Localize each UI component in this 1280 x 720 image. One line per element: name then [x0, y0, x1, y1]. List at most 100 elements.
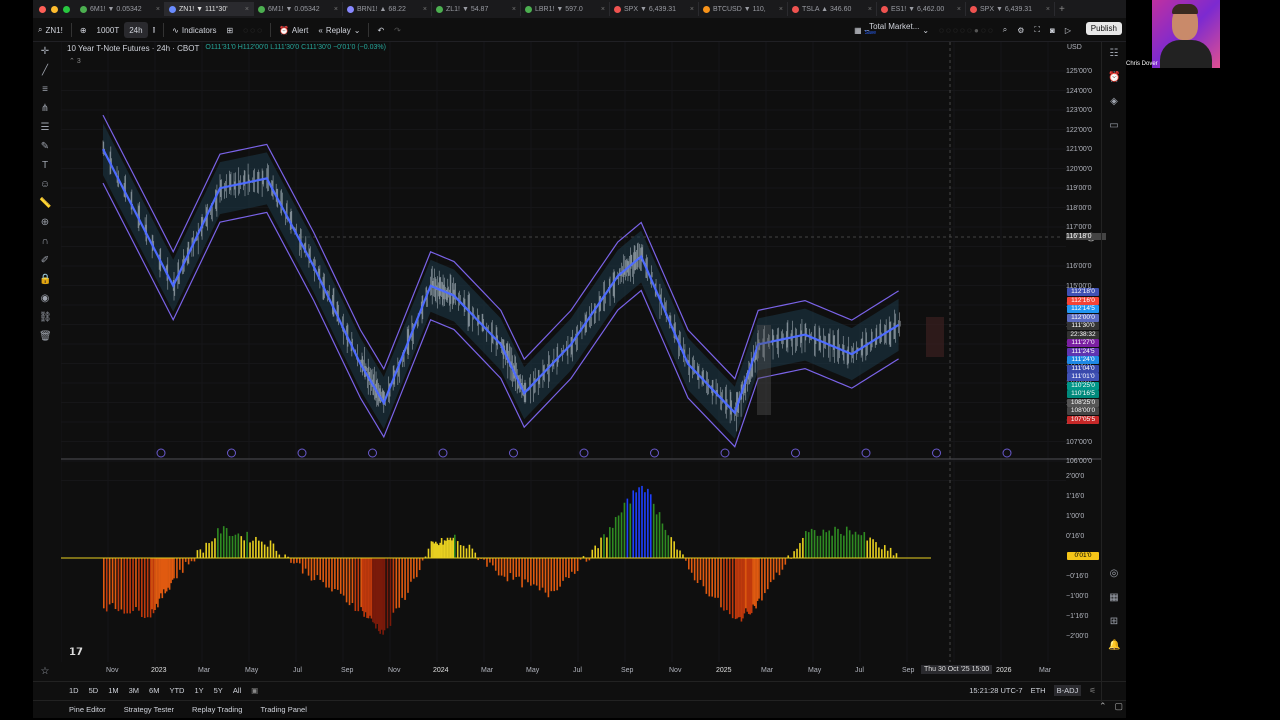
ruler-icon[interactable]: 📏 [39, 198, 51, 210]
tab-item[interactable]: SPX ▼ 6,439.31 × [610, 2, 699, 16]
close-tab-icon[interactable]: × [423, 6, 427, 13]
brush-icon[interactable]: ✎ [39, 141, 51, 153]
range-button[interactable]: 5Y [212, 686, 225, 695]
calendar-icon[interactable]: ▣ [251, 686, 258, 695]
tab-pine-editor[interactable]: Pine Editor [69, 705, 106, 714]
range-button[interactable]: All [231, 686, 243, 695]
calendar-icon[interactable]: ▦ [1108, 592, 1120, 604]
alert-button[interactable]: ⏰ Alert [274, 22, 313, 38]
quick-trade-button[interactable]: ▷ [1060, 22, 1076, 38]
close-tab-icon[interactable]: × [334, 6, 338, 13]
eye-icon[interactable]: ◉ [39, 293, 51, 305]
interval-24h-button[interactable]: 24h [124, 22, 148, 38]
settings-sliders-icon[interactable]: ⚟ [1089, 686, 1096, 695]
adjust-toggle[interactable]: B-ADJ [1053, 684, 1082, 696]
zoom-window-button[interactable] [63, 5, 70, 13]
oscillator-bar [553, 558, 556, 592]
close-tab-icon[interactable]: × [601, 6, 605, 13]
chat-icon[interactable]: ▭ [1108, 120, 1120, 132]
oscillator-bar [752, 558, 754, 605]
indicators-button[interactable]: ∿ Indicators [167, 22, 221, 38]
tab-item[interactable]: SPX ▼ 6,439.31 × [966, 2, 1055, 16]
indicator-count[interactable]: ⌃ 3 [69, 57, 81, 65]
range-button[interactable]: 6M [147, 686, 161, 695]
interval-tick-button[interactable]: 1000T [92, 22, 125, 38]
minimize-window-button[interactable] [51, 5, 58, 13]
range-button[interactable]: 5D [87, 686, 101, 695]
tab-item[interactable]: BTCUSD ▼ 110, × [699, 2, 788, 16]
watchlist-icon[interactable]: ☷ [1108, 48, 1120, 60]
tab-item[interactable]: BRN1! ▲ 68.22 × [343, 2, 432, 16]
range-button[interactable]: YTD [167, 686, 186, 695]
star-icon[interactable]: ☆ [39, 666, 51, 678]
tab-item[interactable]: LBR1! ▼ 597.0 × [521, 2, 610, 16]
range-button[interactable]: 1Y [192, 686, 205, 695]
redo-button[interactable]: ↷ [389, 22, 406, 38]
horizontal-lines-icon[interactable]: ≡ [39, 84, 51, 96]
tab-item[interactable]: ES1! ▼ 6,462.00 × [877, 2, 966, 16]
apps-grid-icon[interactable]: ⊞ [1108, 616, 1120, 628]
zoom-in-icon[interactable]: ⊕ [39, 217, 51, 229]
publish-button[interactable]: Publish [1085, 22, 1122, 35]
tab-item[interactable]: 6M1! ▼ 0.05342 × [254, 2, 343, 16]
close-tab-icon[interactable]: × [512, 6, 516, 13]
close-tab-icon[interactable]: × [868, 6, 872, 13]
range-button[interactable]: 1M [106, 686, 120, 695]
session-toggle[interactable]: ETH [1031, 686, 1046, 695]
tab-item[interactable]: 6M1! ▼ 0.05342 × [76, 2, 165, 16]
close-tab-icon[interactable]: × [690, 6, 694, 13]
compare-button[interactable]: ⊕ [75, 22, 92, 38]
close-window-button[interactable] [39, 5, 46, 13]
crosshair-icon[interactable]: ✛ [39, 46, 51, 58]
layers-icon[interactable]: ◈ [1108, 96, 1120, 108]
tab-replay-trading[interactable]: Replay Trading [192, 705, 242, 714]
alerts-icon[interactable]: ⏰ [1108, 72, 1120, 84]
chevron-up-icon[interactable]: ⌃ [1099, 701, 1107, 712]
maximize-icon[interactable]: ▢ [1114, 701, 1123, 712]
oscillator-bar [831, 535, 833, 558]
pencil-lock-icon[interactable]: ✐ [39, 255, 51, 267]
close-tab-icon[interactable]: × [957, 6, 961, 13]
tab-item[interactable]: TSLA ▲ 346.60 × [788, 2, 877, 16]
event-marker [368, 448, 377, 458]
tab-strategy-tester[interactable]: Strategy Tester [124, 705, 174, 714]
screenshot-button[interactable]: ◙ [1045, 22, 1060, 38]
lock-icon[interactable]: 🔒 [39, 274, 51, 286]
close-tab-icon[interactable]: × [156, 6, 160, 13]
notifications-icon[interactable]: 🔔 [1108, 640, 1120, 652]
settings-button[interactable]: ⚙ [1012, 22, 1029, 38]
fib-icon[interactable]: ☰ [39, 122, 51, 134]
target-icon[interactable]: ◎ [1108, 568, 1120, 580]
trend-line-icon[interactable]: ╱ [39, 65, 51, 77]
close-tab-icon[interactable]: × [779, 6, 783, 13]
link-icon[interactable]: ⛓ [39, 312, 52, 324]
oscillator-bar [141, 558, 143, 617]
chart-type-button[interactable]: ⫾ [148, 22, 161, 38]
oscillator-bar [157, 558, 159, 608]
tab-item[interactable]: ZN1! ▼ 111°30' × [165, 2, 254, 16]
tab-trading-panel[interactable]: Trading Panel [260, 705, 306, 714]
search-button[interactable]: ⌕ [998, 22, 1012, 38]
emoji-icon[interactable]: ☺ [39, 179, 51, 191]
currency-label[interactable]: USD [1067, 44, 1082, 51]
symbol-search[interactable]: ⌕ ZN1! [33, 22, 68, 38]
text-icon[interactable]: T [39, 160, 51, 172]
price-tag: 112'14'5 [1067, 305, 1099, 313]
replay-button[interactable]: « Replay ⌄ [313, 22, 365, 38]
undo-button[interactable]: ↶ [372, 22, 389, 38]
clock-time[interactable]: 15:21:28 UTC-7 [969, 686, 1022, 695]
range-button[interactable]: 3M [127, 686, 141, 695]
magnet-icon[interactable]: ∩ [39, 236, 51, 248]
close-tab-icon[interactable]: × [245, 6, 249, 13]
tab-item[interactable]: ZL1! ▼ 54.87 × [432, 2, 521, 16]
pitchfork-icon[interactable]: ⋔ [39, 103, 51, 115]
trash-icon[interactable]: 🗑 [39, 331, 52, 343]
fullscreen-button[interactable]: ⛶ [1029, 22, 1045, 38]
price-chart[interactable] [61, 42, 1101, 667]
layout-select[interactable]: ▦ _Total Market... Save ⌄ [849, 22, 934, 38]
oscillator-bar [524, 558, 526, 580]
new-tab-button[interactable]: + [1059, 4, 1065, 15]
templates-button[interactable]: ⊞ [222, 22, 239, 38]
range-button[interactable]: 1D [67, 686, 81, 695]
close-tab-icon[interactable]: × [1046, 6, 1050, 13]
